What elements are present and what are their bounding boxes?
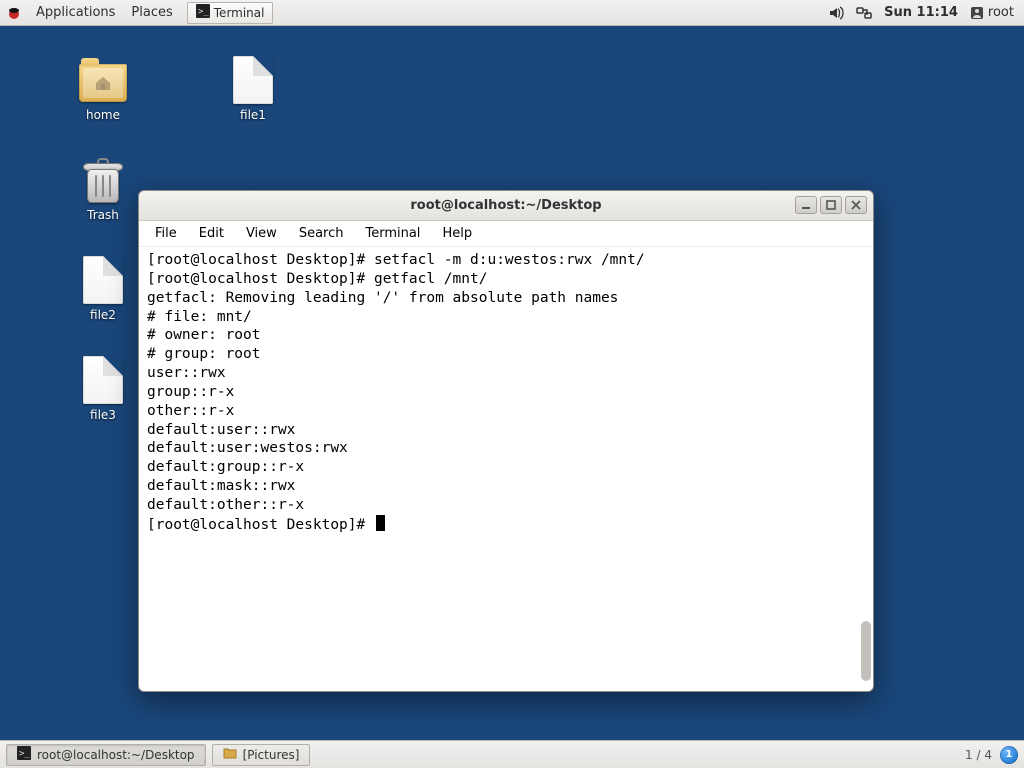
taskbar-item-pictures[interactable]: [Pictures] xyxy=(212,744,311,766)
terminal-line: default:mask::rwx xyxy=(147,477,865,496)
menu-terminal[interactable]: Terminal xyxy=(355,224,430,243)
places-menu[interactable]: Places xyxy=(123,5,180,20)
system-tray: Sun 11:14 root xyxy=(828,5,1018,21)
workspace-indicator[interactable]: 1 / 4 xyxy=(965,748,992,762)
folder-icon xyxy=(223,746,237,763)
volume-icon[interactable] xyxy=(828,5,844,21)
terminal-line: [root@localhost Desktop]# getfacl /mnt/ xyxy=(147,270,865,289)
icon-label: home xyxy=(58,108,148,122)
network-icon[interactable] xyxy=(856,5,872,21)
desktop-icon-file2[interactable]: file2 xyxy=(58,256,148,322)
terminal-line: default:group::r-x xyxy=(147,458,865,477)
window-maximize-button[interactable] xyxy=(820,196,842,214)
applications-menu[interactable]: Applications xyxy=(28,5,123,20)
desktop-icon-home[interactable]: home xyxy=(58,56,148,122)
running-app-button[interactable]: >_ Terminal xyxy=(187,2,274,24)
terminal-line: [root@localhost Desktop]# xyxy=(147,515,865,535)
desktop[interactable]: home file1 Trash file2 file3 root@localh… xyxy=(0,26,1024,740)
terminal-window: root@localhost:~/Desktop File Edit View … xyxy=(138,190,874,692)
terminal-line: user::rwx xyxy=(147,364,865,383)
window-minimize-button[interactable] xyxy=(795,196,817,214)
icon-label: file2 xyxy=(58,308,148,322)
username-label: root xyxy=(988,5,1014,20)
terminal-line: default:other::r-x xyxy=(147,496,865,515)
menu-view[interactable]: View xyxy=(236,224,287,243)
terminal-cursor xyxy=(376,515,385,531)
terminal-icon: >_ xyxy=(196,4,210,21)
scrollbar-thumb[interactable] xyxy=(861,621,871,681)
running-app-label: Terminal xyxy=(214,6,265,20)
distro-logo-icon xyxy=(6,5,22,21)
window-titlebar[interactable]: root@localhost:~/Desktop xyxy=(139,191,873,221)
terminal-line: group::r-x xyxy=(147,383,865,402)
taskbar-item-label: [Pictures] xyxy=(243,748,300,762)
menu-search[interactable]: Search xyxy=(289,224,354,243)
terminal-icon: >_ xyxy=(17,746,31,763)
terminal-menubar: File Edit View Search Terminal Help xyxy=(139,221,873,247)
window-close-button[interactable] xyxy=(845,196,867,214)
icon-label: file3 xyxy=(58,408,148,422)
desktop-icon-file3[interactable]: file3 xyxy=(58,356,148,422)
desktop-icon-file1[interactable]: file1 xyxy=(208,56,298,122)
window-title: root@localhost:~/Desktop xyxy=(410,198,601,213)
terminal-line: # group: root xyxy=(147,345,865,364)
clock[interactable]: Sun 11:14 xyxy=(884,5,958,20)
top-panel: Applications Places >_ Terminal Sun 11:1… xyxy=(0,0,1024,26)
bottom-panel: >_ root@localhost:~/Desktop [Pictures] 1… xyxy=(0,740,1024,768)
icon-label: file1 xyxy=(208,108,298,122)
terminal-line: # file: mnt/ xyxy=(147,308,865,327)
taskbar-item-label: root@localhost:~/Desktop xyxy=(37,748,195,762)
menu-edit[interactable]: Edit xyxy=(189,224,234,243)
menu-help[interactable]: Help xyxy=(432,224,482,243)
desktop-icon-trash[interactable]: Trash xyxy=(58,156,148,222)
svg-text:>_: >_ xyxy=(19,749,30,759)
svg-text:>_: >_ xyxy=(198,7,209,17)
terminal-line: [root@localhost Desktop]# setfacl -m d:u… xyxy=(147,251,865,270)
terminal-output[interactable]: [root@localhost Desktop]# setfacl -m d:u… xyxy=(139,247,873,691)
notification-badge[interactable]: 1 xyxy=(1000,746,1018,764)
icon-label: Trash xyxy=(58,208,148,222)
terminal-line: other::r-x xyxy=(147,402,865,421)
terminal-line: default:user:westos:rwx xyxy=(147,439,865,458)
menu-file[interactable]: File xyxy=(145,224,187,243)
terminal-line: # owner: root xyxy=(147,326,865,345)
user-menu[interactable]: root xyxy=(970,5,1014,20)
taskbar-item-terminal[interactable]: >_ root@localhost:~/Desktop xyxy=(6,744,206,766)
terminal-line: default:user::rwx xyxy=(147,421,865,440)
terminal-line: getfacl: Removing leading '/' from absol… xyxy=(147,289,865,308)
